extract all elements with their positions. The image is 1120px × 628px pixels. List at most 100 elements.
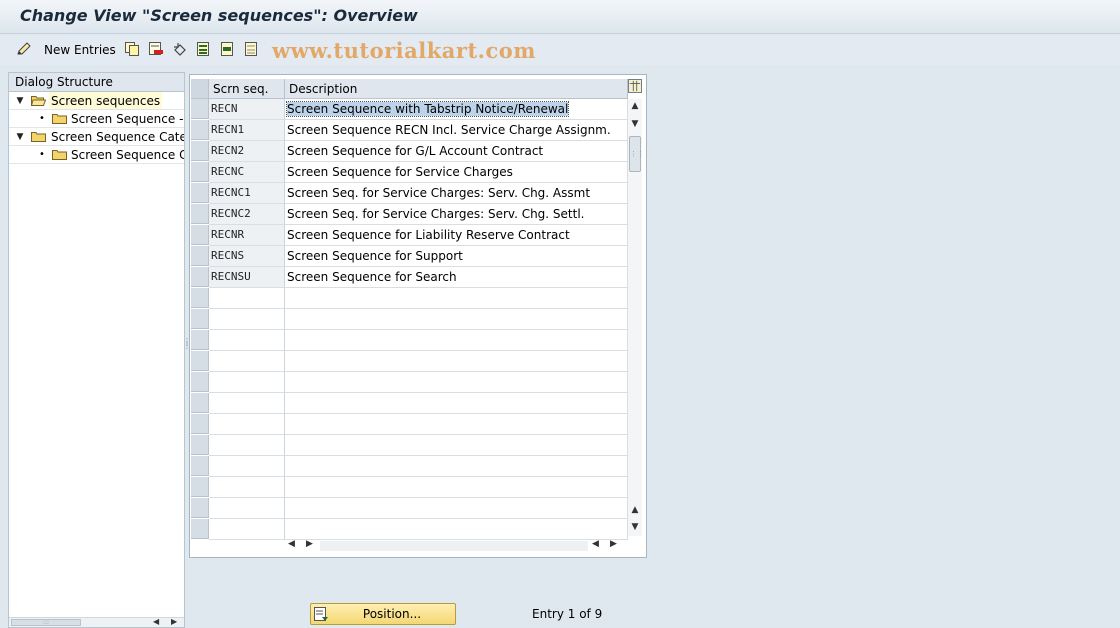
empty-cell[interactable] [285, 498, 628, 519]
row-selector[interactable] [191, 162, 209, 182]
row-selector[interactable] [191, 225, 209, 245]
row-selector[interactable] [191, 372, 209, 392]
row-selector[interactable] [191, 414, 209, 434]
cell-description[interactable]: Screen Seq. for Service Charges: Serv. C… [285, 183, 628, 204]
tree-item-screen-sequence-sub[interactable]: • Screen Sequence -> [9, 110, 184, 128]
row-selector[interactable] [191, 351, 209, 371]
cell-description[interactable]: Screen Sequence RECN Incl. Service Charg… [285, 120, 628, 141]
row-selector[interactable] [191, 288, 209, 308]
table-hscrollbar[interactable]: ◀ ▶ ◀ ▶ [286, 539, 626, 553]
row-selector[interactable] [191, 309, 209, 329]
tree-item-screen-sequence-categ[interactable]: ▼ Screen Sequence Categ [9, 128, 184, 146]
delete-icon[interactable] [148, 41, 164, 57]
scroll-thumb[interactable]: ⋮⋮ [629, 136, 644, 172]
row-selector[interactable] [191, 99, 209, 119]
scroll-up-bottom-icon[interactable]: ▲ [630, 505, 640, 515]
empty-cell[interactable] [209, 435, 285, 456]
cell-scrn-seq[interactable]: RECNC2 [209, 204, 285, 225]
cell-scrn-seq[interactable]: RECN2 [209, 141, 285, 162]
empty-cell[interactable] [285, 351, 628, 372]
cell-scrn-seq[interactable]: RECNSU [209, 267, 285, 288]
row-selector[interactable] [191, 246, 209, 266]
cell-scrn-seq[interactable]: RECNS [209, 246, 285, 267]
row-selector[interactable] [191, 456, 209, 476]
empty-cell[interactable] [209, 498, 285, 519]
cell-description[interactable]: Screen Seq. for Service Charges: Serv. C… [285, 204, 628, 225]
cell-scrn-seq[interactable]: RECN [209, 99, 285, 120]
cell-scrn-seq[interactable]: RECNC [209, 162, 285, 183]
scroll-down-icon[interactable]: ▼ [630, 119, 640, 129]
empty-cell[interactable] [285, 330, 628, 351]
empty-cell[interactable] [285, 393, 628, 414]
empty-cell[interactable] [285, 288, 628, 309]
column-header-scrn-seq[interactable]: Scrn seq. [209, 79, 285, 99]
cell-scrn-seq[interactable]: RECNC1 [209, 183, 285, 204]
select-all-rows-button[interactable] [191, 79, 209, 99]
select-all-icon[interactable] [196, 41, 212, 57]
cell-description[interactable]: Screen Sequence for G/L Account Contract [285, 141, 628, 162]
undo-icon[interactable] [172, 41, 188, 57]
cell-scrn-seq[interactable]: RECNR [209, 225, 285, 246]
scroll-left-icon[interactable]: ◀ [592, 539, 599, 549]
dialog-structure-hscrollbar[interactable]: ::: ◀ ▶ [9, 617, 184, 627]
empty-cell[interactable] [285, 435, 628, 456]
empty-cell[interactable] [209, 519, 285, 540]
panel-splitter[interactable]: ⋮ ⋮ [183, 338, 191, 362]
empty-cell[interactable] [285, 309, 628, 330]
row-selector[interactable] [191, 330, 209, 350]
scroll-right-icon[interactable]: ▶ [306, 539, 313, 549]
empty-cell[interactable] [285, 477, 628, 498]
tree-item-screen-sequence-ca-sub[interactable]: • Screen Sequence Ca [9, 146, 184, 164]
copy-icon[interactable] [124, 41, 140, 57]
empty-cell[interactable] [209, 351, 285, 372]
new-entries-button[interactable]: New Entries [44, 43, 116, 57]
empty-cell[interactable] [209, 456, 285, 477]
row-selector[interactable] [191, 477, 209, 497]
row-selector[interactable] [191, 393, 209, 413]
select-block-icon[interactable] [220, 41, 236, 57]
expand-arrow-icon[interactable]: ▼ [15, 128, 25, 145]
scroll-track[interactable] [320, 541, 588, 551]
empty-cell[interactable] [209, 309, 285, 330]
tree-item-label: Screen Sequence -> [71, 112, 184, 126]
edit-pencil-icon[interactable] [16, 41, 32, 57]
empty-cell[interactable] [209, 372, 285, 393]
row-selector[interactable] [191, 519, 209, 539]
row-selector[interactable] [191, 498, 209, 518]
deselect-all-icon[interactable] [244, 41, 260, 57]
empty-cell[interactable] [209, 330, 285, 351]
row-selector[interactable] [191, 204, 209, 224]
scroll-down-bottom-icon[interactable]: ▼ [630, 522, 640, 532]
empty-cell[interactable] [209, 477, 285, 498]
empty-cell[interactable] [209, 393, 285, 414]
position-button[interactable]: Position... [310, 603, 456, 625]
expand-arrow-icon[interactable]: ▼ [15, 92, 25, 109]
cell-description[interactable]: Screen Sequence with Tabstrip Notice/Ren… [285, 99, 628, 120]
row-selector[interactable] [191, 183, 209, 203]
cell-description[interactable]: Screen Sequence for Support [285, 246, 628, 267]
table-settings-icon[interactable] [628, 79, 642, 93]
scroll-left-icon[interactable]: ◀ [288, 539, 295, 549]
cell-description[interactable]: Screen Sequence for Liability Reserve Co… [285, 225, 628, 246]
column-header-description[interactable]: Description [285, 79, 628, 99]
empty-cell[interactable] [285, 456, 628, 477]
empty-cell[interactable] [209, 288, 285, 309]
empty-cell[interactable] [209, 414, 285, 435]
scroll-right-icon[interactable]: ▶ [171, 617, 177, 626]
scroll-thumb[interactable]: ::: [11, 619, 81, 626]
empty-cell[interactable] [285, 519, 628, 540]
row-selector[interactable] [191, 435, 209, 455]
cell-description[interactable]: Screen Sequence for Service Charges [285, 162, 628, 183]
cell-scrn-seq[interactable]: RECN1 [209, 120, 285, 141]
empty-cell[interactable] [285, 372, 628, 393]
tree-item-screen-sequences[interactable]: ▼ Screen sequences [9, 92, 184, 110]
row-selector[interactable] [191, 267, 209, 287]
cell-description[interactable]: Screen Sequence for Search [285, 267, 628, 288]
scroll-up-icon[interactable]: ▲ [630, 101, 640, 111]
row-selector[interactable] [191, 120, 209, 140]
empty-cell[interactable] [285, 414, 628, 435]
scroll-right-icon[interactable]: ▶ [610, 539, 617, 549]
row-selector[interactable] [191, 141, 209, 161]
table-vscrollbar[interactable]: ▲ ▼ ⋮⋮ ▲ ▼ [628, 99, 644, 536]
scroll-left-icon[interactable]: ◀ [153, 617, 159, 626]
